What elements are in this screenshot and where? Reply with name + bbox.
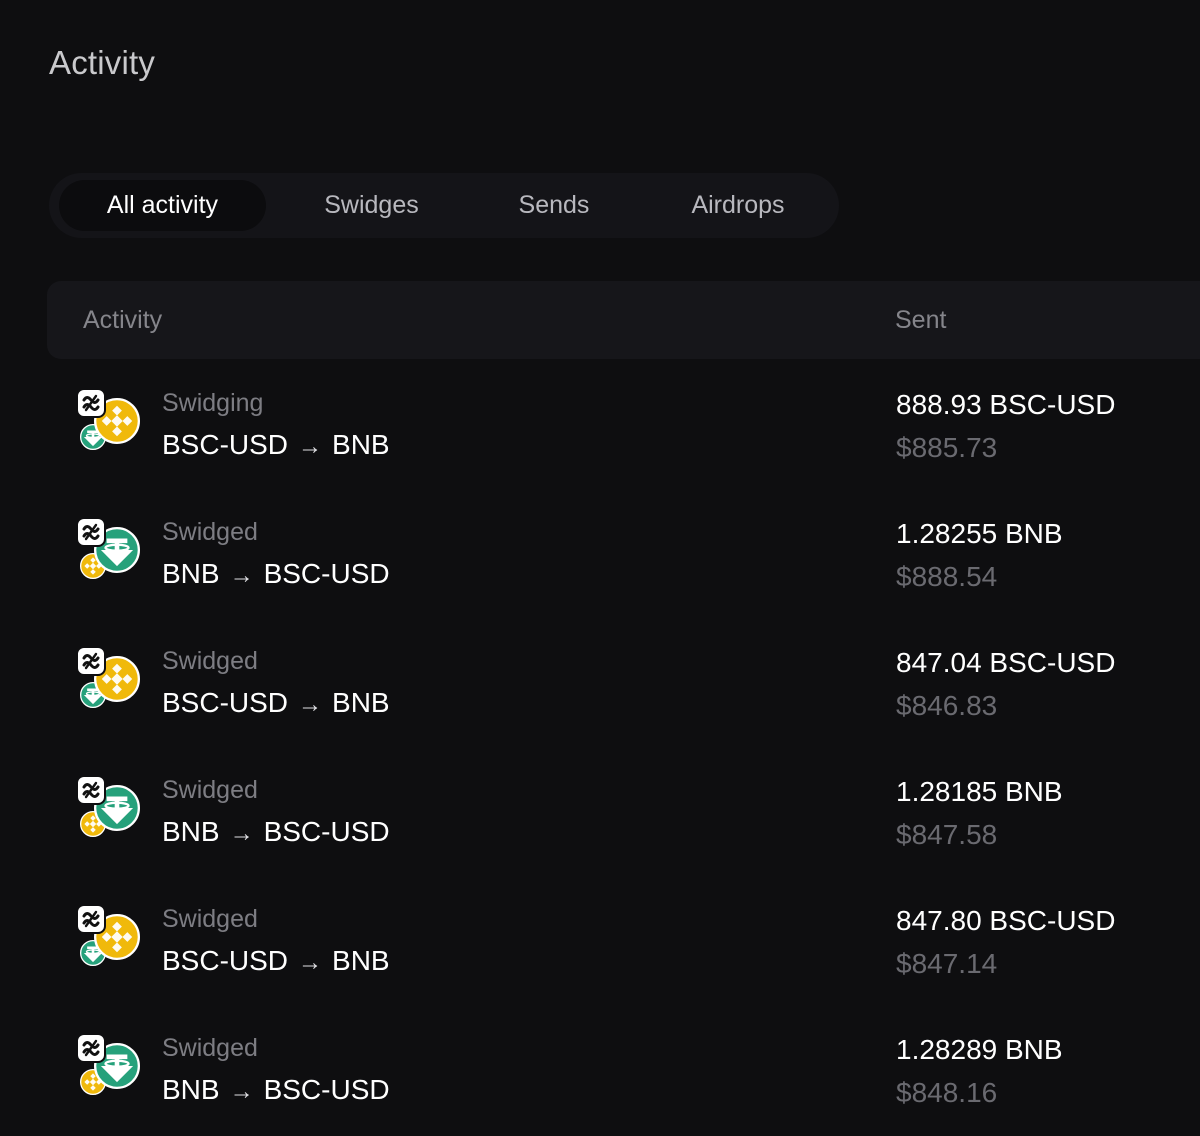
to-token: BNB bbox=[332, 945, 390, 976]
sent-usd-value: $847.14 bbox=[896, 948, 998, 979]
swap-token-icon bbox=[76, 904, 142, 970]
tab-all-activity[interactable]: All activity bbox=[59, 180, 266, 231]
column-header-activity[interactable]: Activity bbox=[83, 281, 162, 359]
activity-page: Activity All activity Swidges Sends Aird… bbox=[0, 0, 1200, 1136]
row-status: Swidged bbox=[162, 1034, 258, 1062]
sent-amount: 1.28289 BNB bbox=[896, 1034, 1063, 1065]
tab-sends[interactable]: Sends bbox=[479, 180, 629, 231]
row-status: Swidging bbox=[162, 389, 264, 417]
token-pair: BNB → BSC-USD bbox=[162, 815, 390, 851]
sent-usd-value: $888.54 bbox=[896, 561, 998, 592]
column-header-sent[interactable]: Sent bbox=[895, 281, 946, 359]
activity-row[interactable]: Swidged BNB → BSC-USD 1.28289 BNB $848.16 bbox=[0, 1033, 1200, 1136]
sent-usd-value: $846.83 bbox=[896, 690, 998, 721]
token-pair: BSC-USD → BNB bbox=[162, 686, 390, 722]
swidge-logo-icon bbox=[76, 388, 106, 418]
sent-amount: 1.28185 BNB bbox=[896, 776, 1063, 807]
row-status: Swidged bbox=[162, 647, 258, 675]
swidge-logo-icon bbox=[76, 1033, 106, 1063]
arrow-right-icon: → bbox=[229, 1078, 254, 1105]
sent-usd-value: $847.58 bbox=[896, 819, 998, 850]
from-token: BSC-USD bbox=[162, 687, 289, 718]
sent-usd-value: $885.73 bbox=[896, 432, 998, 463]
token-pair: BNB → BSC-USD bbox=[162, 1073, 390, 1109]
from-token: BNB bbox=[162, 1074, 220, 1105]
from-token: BSC-USD bbox=[162, 945, 289, 976]
from-token: BNB bbox=[162, 558, 220, 589]
activity-row[interactable]: Swidged BNB → BSC-USD 1.28255 BNB $888.54 bbox=[0, 517, 1200, 646]
to-token: BNB bbox=[332, 429, 390, 460]
activity-tabs: All activity Swidges Sends Airdrops bbox=[49, 173, 839, 238]
tab-swidges[interactable]: Swidges bbox=[289, 180, 454, 231]
swidge-logo-icon bbox=[76, 904, 106, 934]
from-token: BSC-USD bbox=[162, 429, 289, 460]
swap-token-icon bbox=[76, 775, 142, 841]
sent-amount: 1.28255 BNB bbox=[896, 518, 1063, 549]
row-status: Swidged bbox=[162, 518, 258, 546]
activity-row[interactable]: Swidged BNB → BSC-USD 1.28185 BNB $847.58 bbox=[0, 775, 1200, 904]
to-token: BSC-USD bbox=[263, 816, 390, 847]
arrow-right-icon: → bbox=[229, 820, 254, 847]
arrow-right-icon: → bbox=[298, 691, 323, 718]
swidge-logo-icon bbox=[76, 775, 106, 805]
sent-amount: 847.80 BSC-USD bbox=[896, 905, 1116, 936]
to-token: BSC-USD bbox=[263, 558, 390, 589]
swidge-logo-icon bbox=[76, 646, 106, 676]
activity-row[interactable]: Swidged BSC-USD → BNB 847.80 BSC-USD $847.… bbox=[0, 904, 1200, 1033]
token-pair: BNB → BSC-USD bbox=[162, 557, 390, 593]
sent-usd-value: $848.16 bbox=[896, 1077, 998, 1108]
swidge-logo-icon bbox=[76, 517, 106, 547]
sent-amount: 847.04 BSC-USD bbox=[896, 647, 1116, 678]
activity-row[interactable]: Swidged BSC-USD → BNB 847.04 BSC-USD $846.… bbox=[0, 646, 1200, 775]
arrow-right-icon: → bbox=[229, 562, 254, 589]
sent-amount: 888.93 BSC-USD bbox=[896, 389, 1116, 420]
swap-token-icon bbox=[76, 646, 142, 712]
page-title: Activity bbox=[49, 44, 156, 81]
arrow-right-icon: → bbox=[298, 949, 323, 976]
token-pair: BSC-USD → BNB bbox=[162, 944, 390, 980]
swap-token-icon bbox=[76, 388, 142, 454]
token-pair: BSC-USD → BNB bbox=[162, 428, 390, 464]
row-status: Swidged bbox=[162, 905, 258, 933]
arrow-right-icon: → bbox=[298, 433, 323, 460]
table-header: Activity Sent bbox=[47, 281, 1200, 359]
row-status: Swidged bbox=[162, 776, 258, 804]
from-token: BNB bbox=[162, 816, 220, 847]
to-token: BSC-USD bbox=[263, 1074, 390, 1105]
to-token: BNB bbox=[332, 687, 390, 718]
activity-row[interactable]: Swidging BSC-USD → BNB 888.93 BSC-USD $885… bbox=[0, 388, 1200, 517]
swap-token-icon bbox=[76, 1033, 142, 1099]
tab-airdrops[interactable]: Airdrops bbox=[659, 180, 817, 231]
swap-token-icon bbox=[76, 517, 142, 583]
